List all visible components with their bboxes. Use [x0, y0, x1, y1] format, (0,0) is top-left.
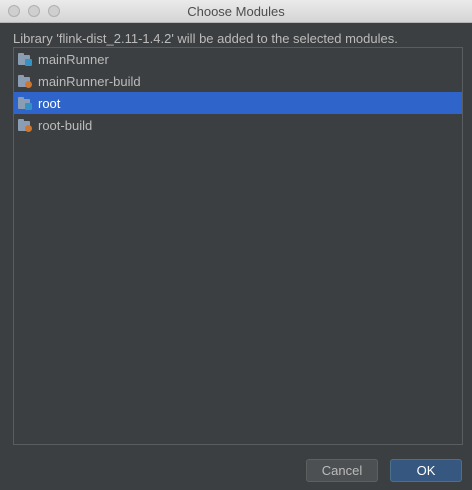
module-label: mainRunner — [38, 51, 109, 67]
window-title: Choose Modules — [187, 4, 285, 19]
module-label: root-build — [38, 117, 93, 133]
title-bar: Choose Modules — [0, 0, 472, 23]
module-item-root-build[interactable]: root-build — [14, 114, 462, 136]
modules-list[interactable]: mainRunner mainRunner-build root root-bu… — [13, 47, 463, 445]
module-folder-icon — [18, 52, 34, 66]
module-item-root[interactable]: root — [14, 92, 462, 114]
library-description: Library 'flink-dist_2.11-1.4.2' will be … — [13, 31, 398, 46]
module-label: mainRunner-build — [38, 73, 141, 89]
build-module-folder-icon — [18, 118, 34, 132]
cancel-button[interactable]: Cancel — [306, 459, 378, 482]
ok-button[interactable]: OK — [390, 459, 462, 482]
module-label: root — [38, 95, 61, 111]
module-item-mainrunner-build[interactable]: mainRunner-build — [14, 70, 462, 92]
module-folder-icon — [18, 96, 34, 110]
module-item-mainrunner[interactable]: mainRunner — [14, 48, 462, 70]
choose-modules-dialog: Choose Modules Library 'flink-dist_2.11-… — [0, 0, 472, 490]
build-module-folder-icon — [18, 74, 34, 88]
